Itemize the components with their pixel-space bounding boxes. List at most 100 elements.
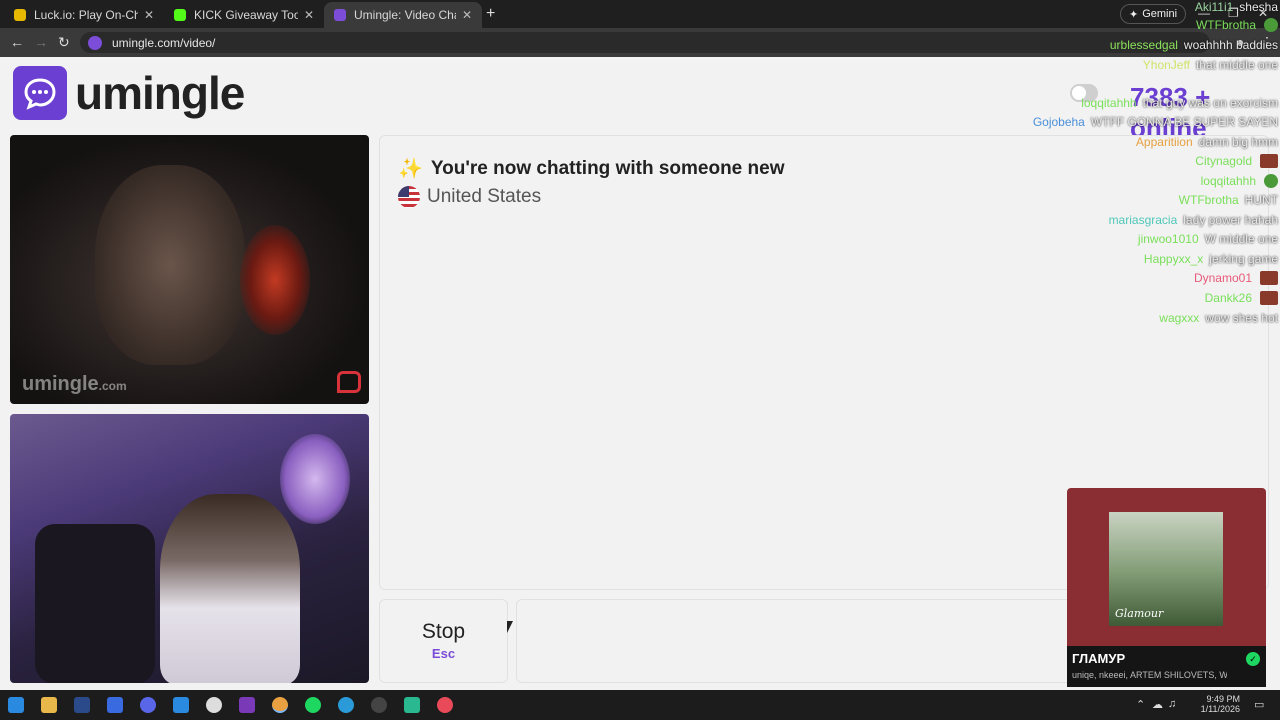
stream-chat-line: mariasgracia lady power hahah	[1109, 213, 1278, 227]
chat-status-text: You're now chatting with someone new	[430, 157, 785, 179]
kick-next-icon[interactable]	[239, 697, 255, 713]
close-tab-icon[interactable]: ✕	[304, 8, 314, 22]
app-icon-3[interactable]	[437, 697, 453, 713]
chat-username: Dynamo01	[1193, 271, 1252, 285]
stream-chat-line: jinwoo1010 W middle one	[1138, 232, 1278, 246]
liked-check-icon[interactable]: ✓	[1246, 652, 1260, 666]
cloud-icon[interactable]: ☁	[1152, 698, 1163, 711]
chat-message: woahhhh baddies	[1183, 38, 1278, 52]
chat-username: wagxxx	[1159, 311, 1200, 325]
track-info: ГЛАМУР uniqe, nkeeei, ARTEM SHILOVETS, W…	[1067, 646, 1266, 687]
clock-time: 9:49 PM	[1206, 694, 1240, 704]
stop-label: Stop	[421, 620, 466, 643]
windows-start-icon[interactable]	[8, 697, 24, 713]
tray-chevron-icon[interactable]: ⌃	[1136, 698, 1145, 711]
stream-chat-line: WTFbrotha	[1196, 18, 1278, 32]
remote-video: umingle.com	[10, 135, 369, 404]
site-logo[interactable]: umingle	[13, 66, 245, 120]
chat-username: Apparitiion	[1135, 135, 1193, 149]
country-name: United States	[427, 186, 542, 207]
spotify-now-playing: Glamour ГЛАМУР uniqe, nkeeei, ARTEM SHIL…	[1067, 488, 1266, 687]
chat-message: HUNT	[1244, 193, 1278, 207]
stop-shortcut: Esc	[431, 646, 456, 661]
stream-chat-line: WTFbrotha HUNT	[1179, 193, 1278, 207]
steam-icon[interactable]	[74, 697, 90, 713]
lamp-glow	[280, 434, 350, 524]
chat-username: jinwoo1010	[1137, 232, 1199, 246]
report-flag-icon[interactable]	[337, 371, 361, 393]
site-info-icon[interactable]	[88, 35, 102, 50]
github-icon[interactable]	[206, 697, 222, 713]
stream-chat-line: Dankk26	[1205, 291, 1278, 305]
chat-message: shesha	[1239, 0, 1278, 14]
album-cover: Glamour	[1109, 512, 1223, 626]
volume-icon[interactable]: ♫	[1168, 698, 1176, 710]
chat-username: Happyxx_x	[1143, 252, 1204, 266]
luckio-favicon-icon	[14, 9, 26, 21]
remote-person	[95, 165, 245, 365]
chat-username: YhonJeff	[1142, 58, 1190, 72]
tab-luckio[interactable]: Luck.io: Play On-Chain Prov ✕	[4, 2, 164, 28]
stop-button[interactable]: Stop Esc	[379, 599, 508, 683]
obs-icon[interactable]	[371, 697, 387, 713]
emote-icon	[1260, 291, 1278, 305]
video-watermark: umingle.com	[22, 373, 127, 396]
stranger-country: United States	[398, 186, 541, 208]
clock[interactable]: 9:49 PM 1/11/2026	[1196, 694, 1240, 714]
stream-chat-line: wagxxx wow shes hot	[1159, 311, 1278, 325]
stream-chat-line: YhonJeff that middle one	[1143, 58, 1278, 72]
chat-status: ✨ You're now chatting with someone new	[398, 156, 784, 181]
track-title: ГЛАМУР	[1072, 651, 1126, 666]
chat-username: Citynagold	[1195, 154, 1252, 168]
notifications-icon[interactable]: ▭	[1254, 698, 1264, 711]
chat-username: WTFbrotha	[1195, 18, 1256, 32]
spotify-icon[interactable]	[305, 697, 321, 713]
discord-icon[interactable]	[140, 697, 156, 713]
tab-kick-giveaway[interactable]: KICK Giveaway Tool ✕	[164, 2, 324, 28]
stream-chat-overlay: Aki11i1 shesha WTFbrotha urblessedgal woahhh…	[1010, 0, 1280, 330]
us-flag-icon	[398, 186, 420, 208]
back-arrow-icon[interactable]: ←	[10, 34, 24, 50]
new-tab-button[interactable]: +	[486, 5, 495, 23]
stream-chat-line: Dynamo01	[1194, 271, 1278, 285]
chat-username: urblessedgal	[1109, 38, 1178, 52]
gaming-chair	[35, 524, 155, 683]
red-light	[240, 225, 310, 335]
reload-icon[interactable]: ↻	[58, 34, 70, 51]
emote-icon	[1260, 154, 1278, 168]
stream-chat-line: loqqitahhh that guy was on exorcism	[1081, 96, 1278, 110]
app-icon[interactable]	[107, 697, 123, 713]
chat-username: Gojobeha	[1032, 115, 1085, 129]
tab-title: Umingle: Video Chat with S	[354, 8, 456, 22]
tab-title: KICK Giveaway Tool	[194, 8, 298, 22]
chat-message: wow shes hot	[1205, 311, 1278, 325]
kick-favicon-icon	[174, 9, 186, 21]
umingle-favicon-icon	[334, 9, 346, 21]
watermark-suffix: .com	[98, 379, 127, 393]
local-person	[160, 494, 300, 683]
forward-arrow-icon[interactable]: →	[34, 34, 48, 50]
chat-username: Dankk26	[1204, 291, 1252, 305]
emote-icon	[1264, 18, 1278, 32]
message-input[interactable]	[516, 599, 1076, 683]
logo-text: umingle	[75, 67, 245, 119]
stream-chat-line: urblessedgal woahhhh baddies	[1110, 38, 1278, 52]
edge-icon[interactable]	[338, 697, 354, 713]
chat-message: that guy was on exorcism	[1142, 96, 1278, 110]
close-tab-icon[interactable]: ✕	[462, 8, 472, 22]
chat-username: Aki11i1	[1194, 0, 1234, 14]
app-icon-2[interactable]	[404, 697, 420, 713]
file-explorer-icon[interactable]	[41, 697, 57, 713]
track-artists: uniqe, nkeeei, ARTEM SHILOVETS, Wipo	[1072, 670, 1227, 680]
chat-username: loqqitahhh	[1200, 174, 1256, 188]
tab-umingle[interactable]: Umingle: Video Chat with S ✕	[324, 2, 482, 28]
chrome-icon[interactable]	[272, 697, 288, 713]
tab-title: Luck.io: Play On-Chain Prov	[34, 8, 138, 22]
stream-chat-line: Apparitiion damn big hmm	[1136, 135, 1278, 149]
chat-username: mariasgracia	[1108, 213, 1178, 227]
sparkles-icon: ✨	[398, 158, 423, 180]
emote-icon	[1260, 271, 1278, 285]
close-tab-icon[interactable]: ✕	[144, 8, 154, 22]
vscode-icon[interactable]	[173, 697, 189, 713]
windows-taskbar: ⌃ ☁ ♫ 9:49 PM 1/11/2026 ▭	[0, 690, 1280, 720]
